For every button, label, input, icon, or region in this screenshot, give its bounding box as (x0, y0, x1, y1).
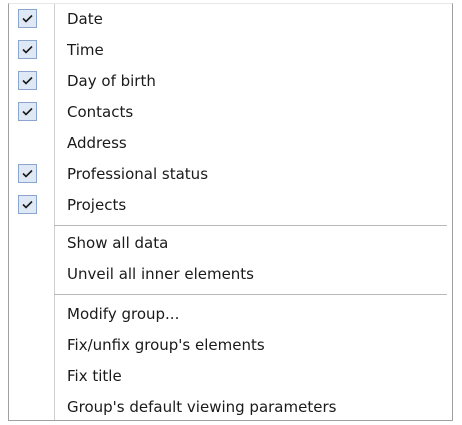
menu-item-label: Projects (67, 196, 127, 214)
checkmark-icon (18, 71, 37, 90)
menu-item-projects[interactable]: Projects (9, 190, 452, 221)
checkmark-icon (18, 102, 37, 121)
menu-item-label: Date (67, 10, 103, 28)
menu-item-date[interactable]: Date (9, 4, 452, 35)
menu-item-label: Modify group... (67, 305, 180, 323)
menu-item-label: Show all data (67, 234, 169, 252)
menu-item-label: Day of birth (67, 72, 156, 90)
menu-item-label: Professional status (67, 165, 209, 183)
checkmark-icon (18, 9, 37, 28)
context-menu: Date Time Day of birth Contacts Address … (8, 3, 453, 421)
menu-item-fix-title[interactable]: Fix title (9, 361, 452, 392)
checkmark-icon (18, 40, 37, 59)
menu-item-label: Address (67, 134, 127, 152)
menu-item-label: Fix/unfix group's elements (67, 336, 265, 354)
checkmark-icon (18, 195, 37, 214)
menu-item-show-all-data[interactable]: Show all data (9, 228, 452, 259)
menu-separator (54, 225, 447, 226)
menu-item-contacts[interactable]: Contacts (9, 97, 452, 128)
menu-item-label: Time (67, 41, 104, 59)
menu-item-default-viewing-parameters[interactable]: Group's default viewing parameters (9, 392, 452, 423)
menu-item-address[interactable]: Address (9, 128, 452, 159)
menu-item-professional-status[interactable]: Professional status (9, 159, 452, 190)
menu-item-unveil-inner-elements[interactable]: Unveil all inner elements (9, 259, 452, 290)
checkmark-icon (18, 164, 37, 183)
menu-item-fix-unfix-elements[interactable]: Fix/unfix group's elements (9, 330, 452, 361)
menu-item-modify-group[interactable]: Modify group... (9, 299, 452, 330)
menu-item-label: Group's default viewing parameters (67, 398, 337, 416)
menu-item-day-of-birth[interactable]: Day of birth (9, 66, 452, 97)
menu-item-time[interactable]: Time (9, 35, 452, 66)
menu-item-label: Unveil all inner elements (67, 265, 255, 283)
menu-item-label: Contacts (67, 103, 134, 121)
menu-separator (54, 294, 447, 295)
menu-item-label: Fix title (67, 367, 122, 385)
